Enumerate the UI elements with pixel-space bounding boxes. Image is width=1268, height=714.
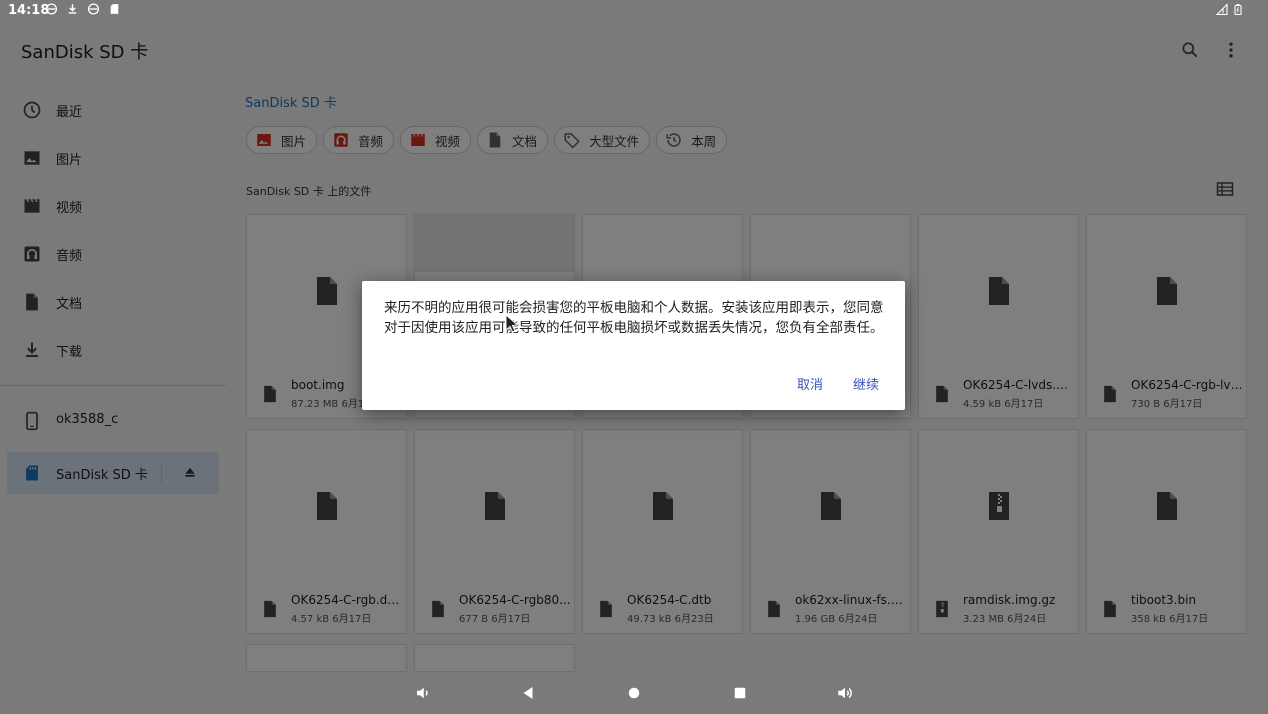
dialog-message: 来历不明的应用很可能会损害您的平板电脑和个人数据。安装该应用即表示，您同意对于因… <box>384 300 884 336</box>
home-icon[interactable] <box>625 684 643 702</box>
recents-icon[interactable] <box>731 684 749 702</box>
sim-icon <box>87 3 100 15</box>
back-icon[interactable] <box>519 684 537 702</box>
status-bar: 14:18 <box>0 0 1268 22</box>
system-nav-bar <box>0 672 1268 714</box>
continue-button[interactable]: 继续 <box>853 374 879 393</box>
cancel-button[interactable]: 取消 <box>797 374 823 393</box>
status-time: 14:18 <box>8 3 50 18</box>
volume-up-icon[interactable] <box>836 684 854 702</box>
sd-card-icon <box>110 4 119 14</box>
signal-icon <box>1216 3 1228 16</box>
sim-icon <box>45 3 58 15</box>
unknown-sources-warning-dialog: 来历不明的应用很可能会损害您的平板电脑和个人数据。安装该应用即表示，您同意对于因… <box>362 281 905 410</box>
battery-icon <box>1234 4 1242 16</box>
mouse-cursor-icon <box>505 314 519 333</box>
volume-down-icon[interactable] <box>414 684 432 702</box>
download-icon <box>68 4 77 14</box>
